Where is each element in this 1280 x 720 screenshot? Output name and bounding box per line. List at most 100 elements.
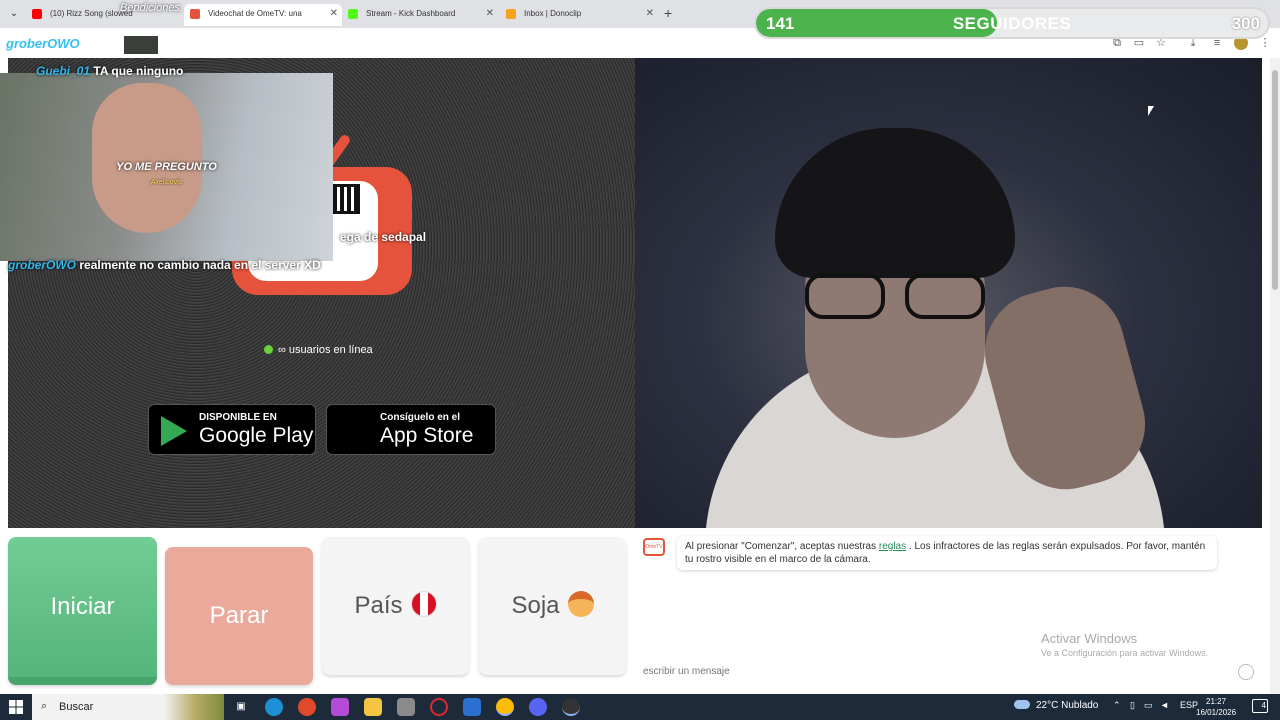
app-purple-icon[interactable] [331, 698, 349, 716]
country-label: País [354, 592, 403, 619]
page-scrollbar[interactable] [1270, 58, 1280, 694]
close-tab-icon[interactable]: ✕ [330, 4, 338, 24]
close-tab-icon[interactable]: ✕ [646, 4, 654, 24]
app-store-button[interactable]: Consíguelo en el App Store [326, 404, 496, 455]
app-red-icon[interactable] [298, 698, 316, 716]
windows-start-icon[interactable] [9, 700, 23, 714]
obs-icon[interactable] [562, 698, 580, 716]
tab-ometv[interactable]: Videochat de OmeTV: una ✕ [184, 4, 342, 26]
volume-icon[interactable]: ◄ [1160, 700, 1169, 710]
online-text: ∞ usuarios en línea [278, 344, 373, 356]
activate-windows-subtitle: Ve a Configuración para activar Windows. [1041, 648, 1209, 658]
google-play-button[interactable]: DISPONIBLE EN Google Play [148, 404, 316, 455]
online-status: ∞ usuarios en línea [264, 344, 373, 356]
webcam-caption: YO ME PREGUNTO [116, 161, 217, 173]
emoji-picker-icon[interactable] [1238, 664, 1254, 680]
rules-link[interactable]: reglas [879, 541, 906, 552]
streamer-webcam-overlay: YO ME PREGUNTO AxellLovis [0, 73, 333, 261]
notification-count: 4 [1261, 701, 1266, 710]
chat-message: ega de sedapal [340, 230, 427, 244]
partner-video [635, 58, 1262, 528]
chrome-icon[interactable] [496, 698, 514, 716]
stream-chat-line: groberOWO realmente no cambio nada en el… [8, 258, 321, 272]
app-store-big: App Store [380, 424, 474, 447]
tab-title: Stream - Kick Dashboard [366, 9, 456, 18]
tab-donoclip[interactable]: Inbox | Donoclip ✕ [500, 4, 658, 26]
stop-button[interactable]: Parar [165, 547, 313, 685]
qr-code[interactable] [330, 184, 360, 214]
cloud-icon [1014, 700, 1030, 709]
discord-icon[interactable] [529, 698, 547, 716]
tab-title: Videochat de OmeTV: una [208, 9, 302, 18]
new-tab-plus-icon[interactable]: + [664, 5, 672, 21]
chat-panel: OmeTV Al presionar "Comenzar", aceptas n… [635, 528, 1262, 688]
network-icon[interactable]: ▭ [1144, 700, 1153, 711]
chat-message: TA que ninguno [93, 64, 184, 78]
taskbar-search[interactable]: ⌕ Buscar [32, 694, 224, 720]
stream-top-chat: Bendiciones. [120, 2, 183, 14]
start-label: Iniciar [50, 593, 115, 620]
ometv-chat-icon: OmeTV [643, 538, 665, 556]
google-play-big: Google Play [199, 424, 314, 447]
clock[interactable]: 21:27 16/01/2026 [1196, 696, 1236, 718]
message-input[interactable] [643, 666, 1203, 677]
partner-hair [775, 128, 1015, 278]
activate-windows-title: Activar Windows [1041, 631, 1138, 646]
search-icon: ⌕ [41, 700, 48, 712]
google-play-small: DISPONIBLE EN [199, 412, 277, 423]
follower-label: SEGUIDORES [952, 14, 1072, 33]
country-selector[interactable]: País [322, 537, 469, 675]
gender-selector[interactable]: Soja [479, 537, 626, 675]
tab-search-chevron-icon[interactable]: ⌄ [6, 6, 22, 22]
edge-icon[interactable] [265, 698, 283, 716]
kick-username-overlay: groberOWO [6, 36, 80, 54]
tray-chevron-icon[interactable]: ⌃ [1113, 700, 1121, 711]
streamer-face [92, 83, 202, 233]
tab-title: Inbox | Donoclip [524, 9, 582, 18]
kick-icon [348, 9, 358, 19]
google-play-icon [161, 416, 187, 446]
notification-center-icon[interactable]: 4 [1252, 699, 1268, 713]
windows-taskbar: ⌕ Buscar ▣ 22°C Nublado ⌃ ▯ ▭ ◄ ESP 21:2… [0, 694, 1280, 720]
system-message: Al presionar "Comenzar", aceptas nuestra… [677, 536, 1217, 570]
app-store-small: Consíguelo en el [380, 412, 461, 423]
peru-flag-icon [410, 591, 437, 617]
app-gray-icon[interactable] [397, 698, 415, 716]
youtube-icon [32, 9, 42, 19]
system-text: Al presionar "Comenzar", aceptas nuestra… [685, 541, 879, 552]
chat-message: realmente no cambio nada en el server XD [79, 258, 321, 272]
stream-chat-line: ega de sedapal [340, 230, 426, 244]
weather-widget[interactable]: 22°C Nublado [1014, 700, 1098, 711]
task-view-icon[interactable]: ▣ [232, 698, 250, 716]
boy-emoji-icon [567, 591, 594, 617]
tab-kick[interactable]: Stream - Kick Dashboard ✕ [342, 4, 498, 26]
gender-label: Soja [511, 592, 560, 619]
mouse-cursor-icon [1148, 106, 1154, 116]
chat-username: groberOWO [8, 258, 76, 272]
search-highlight-image [164, 694, 224, 720]
scrollbar-thumb[interactable] [1272, 70, 1278, 290]
weather-text: 22°C Nublado [1036, 700, 1099, 711]
stream-chat-line: Guebi_01 TA que ninguno [36, 64, 183, 78]
follower-goal: 300 [1231, 14, 1260, 33]
partner-glasses [805, 273, 995, 323]
follower-goal-bar: 141 SEGUIDORES 300 [754, 7, 1270, 39]
clock-date: 16/01/2026 [1196, 708, 1237, 717]
webcam-subcaption: AxellLovis [150, 179, 183, 186]
file-explorer-icon[interactable] [364, 698, 382, 716]
close-tab-icon[interactable]: ✕ [486, 4, 494, 24]
opera-icon[interactable] [430, 698, 448, 716]
clock-time: 21:27 [1206, 697, 1227, 706]
kick-username: groberOWO [6, 36, 80, 51]
online-dot-icon [264, 345, 273, 354]
kick-avatar [124, 36, 158, 54]
app-blue-icon[interactable] [463, 698, 481, 716]
more-menu-icon[interactable]: ⋮ [1258, 36, 1272, 50]
stop-label: Parar [209, 602, 269, 629]
donoclip-icon [506, 9, 516, 19]
ometv-icon [190, 9, 200, 19]
search-label: Buscar [59, 701, 94, 713]
tray-app-icon[interactable]: ▯ [1130, 700, 1135, 711]
chat-username: Guebi_01 [36, 64, 91, 78]
start-button[interactable]: Iniciar [8, 537, 157, 685]
